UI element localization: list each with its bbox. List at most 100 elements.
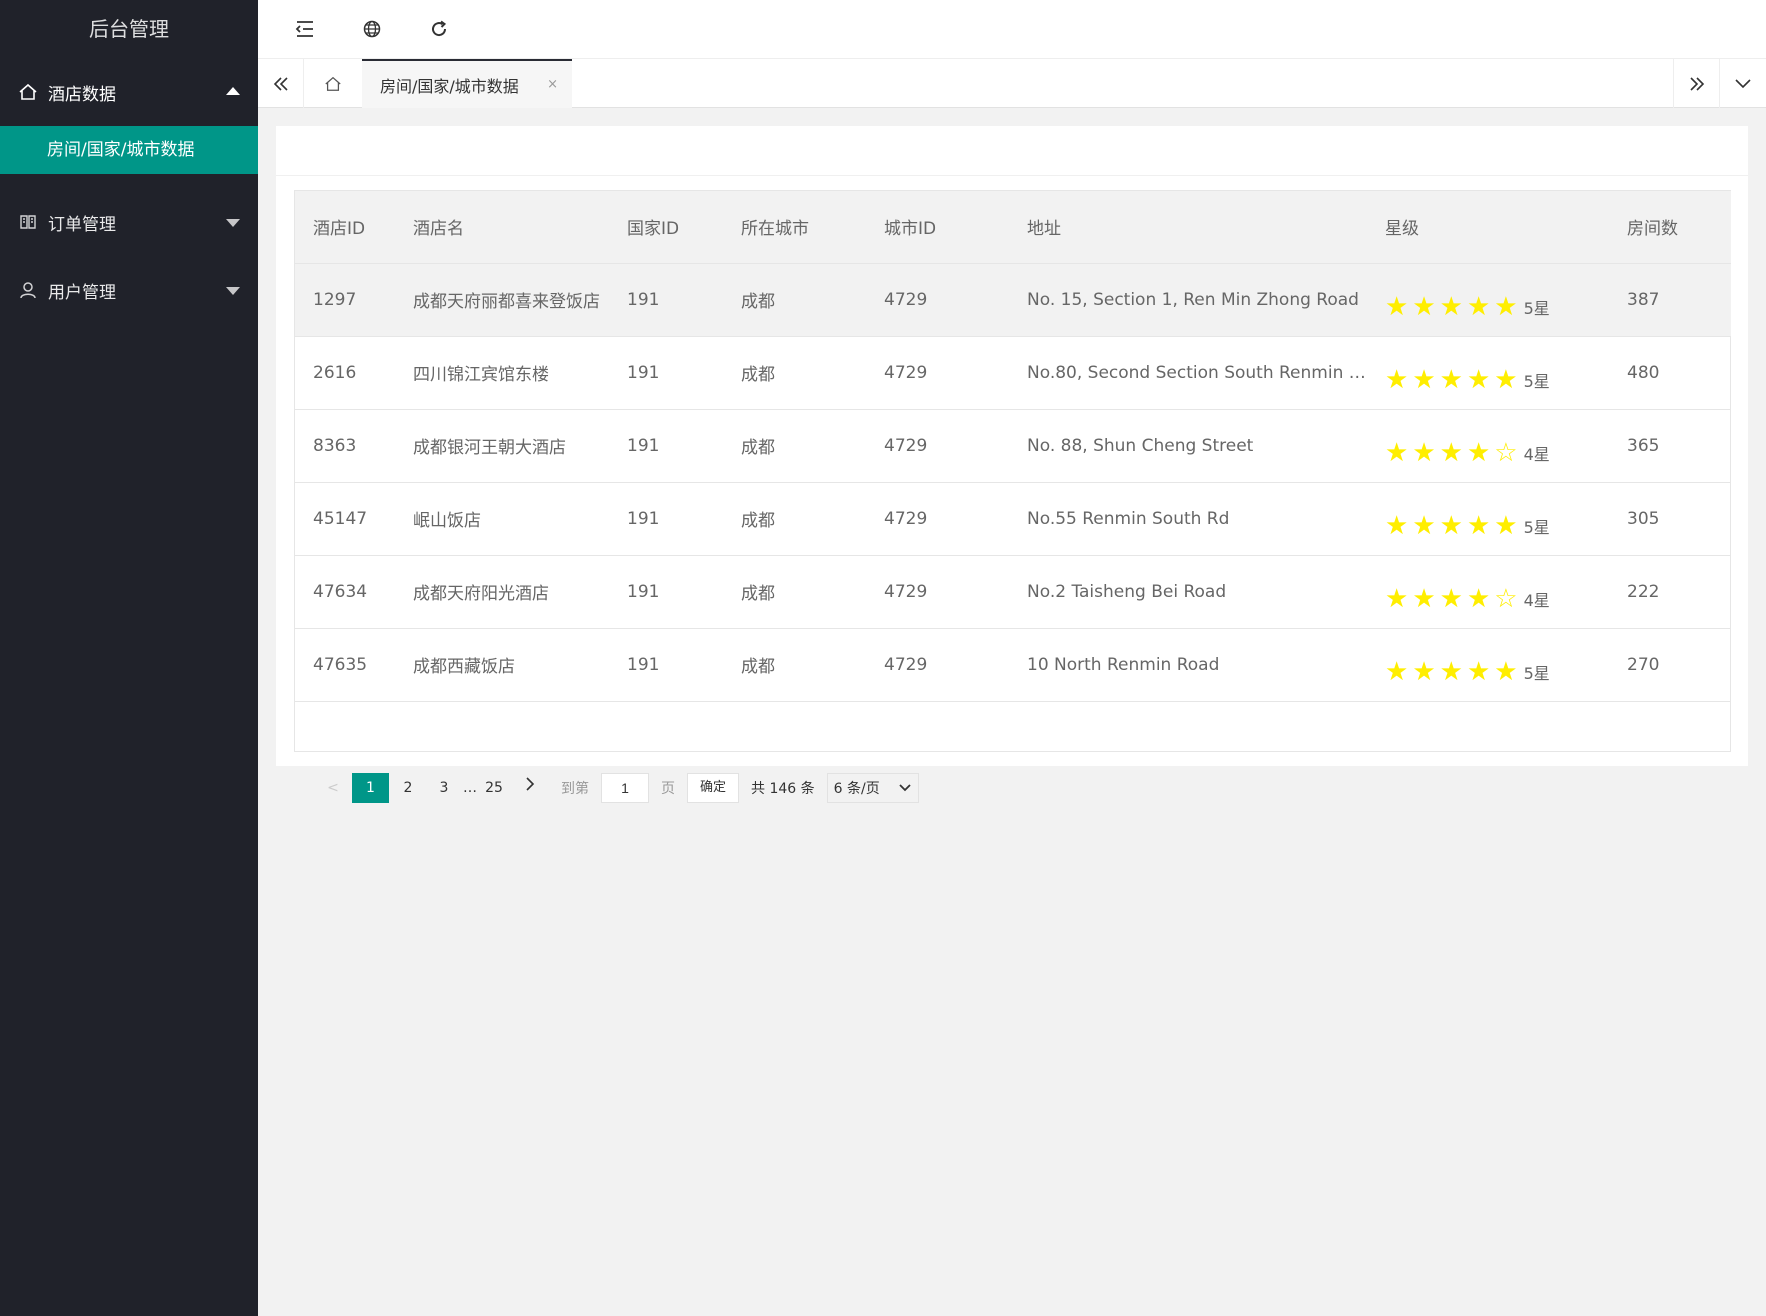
cell-city: 成都 bbox=[723, 336, 866, 410]
star-filled-icon: ★ bbox=[1412, 510, 1436, 541]
next-page-button[interactable] bbox=[513, 773, 547, 803]
chevron-down-icon bbox=[899, 784, 911, 792]
tabs-scroll-left-button[interactable] bbox=[258, 59, 304, 108]
confirm-button[interactable]: 确定 bbox=[687, 773, 740, 803]
column-header[interactable]: 星级 bbox=[1367, 191, 1609, 264]
refresh-icon[interactable] bbox=[428, 18, 450, 40]
column-header[interactable]: 地址 bbox=[1009, 191, 1367, 264]
column-header[interactable]: 国家ID bbox=[609, 191, 723, 264]
star-filled-icon: ★ bbox=[1439, 291, 1463, 322]
pagination: < 1 2 3 … 25 到第 页 确定 共 146 条 6 条/页 bbox=[294, 763, 1731, 813]
content-card: 酒店ID 酒店名 国家ID 所在城市 城市ID 地址 星级 房间数 1297 成都… bbox=[276, 126, 1748, 803]
star-filled-icon: ★ bbox=[1412, 291, 1436, 322]
page-button-current[interactable]: 1 bbox=[352, 773, 389, 803]
cell-country-id: 191 bbox=[609, 628, 723, 702]
star-filled-icon: ★ bbox=[1466, 583, 1491, 614]
cell-address: No. 88, Shun Cheng Street bbox=[1009, 409, 1367, 483]
table-row[interactable]: 8363 成都银河王朝大酒店 191 成都 4729 No. 88, Shun Cheng… bbox=[295, 409, 1731, 483]
star-empty-icon: ☆ bbox=[1494, 437, 1518, 468]
star-level-label: 5星 bbox=[1523, 663, 1550, 683]
page-ellipsis: … bbox=[463, 780, 477, 796]
star-filled-icon: ★ bbox=[1385, 510, 1409, 541]
table-row[interactable]: 1297 成都天府丽都喜来登饭店 191 成都 4729 No. 15, Section … bbox=[295, 263, 1731, 337]
star-level-label: 5星 bbox=[1523, 371, 1550, 391]
home-icon bbox=[18, 82, 38, 102]
page-button[interactable]: 25 bbox=[477, 773, 511, 803]
page-size-value: 6 条/页 bbox=[833, 781, 880, 797]
table-row[interactable]: 45147 岷山饭店 191 成都 4729 No.55 Renmin South Rd ★… bbox=[295, 482, 1731, 556]
cell-country-id: 191 bbox=[609, 336, 723, 410]
star-level-label: 5星 bbox=[1523, 517, 1550, 537]
star-level-label: 4星 bbox=[1523, 590, 1550, 610]
cell-city-id: 4729 bbox=[866, 336, 1009, 410]
caret-down-icon bbox=[226, 287, 240, 295]
sidebar: 后台管理 酒店数据 房间/国家/城市数据 订单管理 用户管理 bbox=[0, 0, 258, 1316]
cell-name: 成都西藏饭店 bbox=[395, 628, 609, 702]
column-header[interactable]: 酒店名 bbox=[395, 191, 609, 264]
app-logo: 后台管理 bbox=[89, 17, 169, 41]
close-icon[interactable]: × bbox=[547, 77, 558, 92]
cell-star-rating[interactable]: ★ ★ ★ ★ ★ 5星 bbox=[1367, 336, 1609, 410]
cell-rooms: 387 bbox=[1609, 263, 1731, 337]
sidebar-group-orders[interactable]: 订单管理 bbox=[0, 188, 258, 256]
menu-fold-icon[interactable] bbox=[294, 18, 316, 40]
sidebar-item-room-country-city[interactable]: 房间/国家/城市数据 bbox=[0, 126, 258, 174]
home-tab-button[interactable] bbox=[304, 59, 362, 108]
column-header[interactable]: 酒店ID bbox=[295, 191, 395, 264]
cell-star-rating[interactable]: ★ ★ ★ ★ ★ 5星 bbox=[1367, 628, 1609, 702]
page-label: 页 bbox=[661, 781, 675, 797]
sidebar-group-users[interactable]: 用户管理 bbox=[0, 256, 258, 324]
cell-rooms: 365 bbox=[1609, 409, 1731, 483]
home-icon bbox=[325, 76, 341, 91]
sidebar-group-label: 酒店数据 bbox=[48, 84, 116, 105]
column-header[interactable]: 所在城市 bbox=[723, 191, 866, 264]
cell-id: 45147 bbox=[295, 482, 395, 556]
card-header bbox=[276, 126, 1748, 176]
caret-up-icon bbox=[226, 87, 240, 95]
cell-id: 1297 bbox=[295, 263, 395, 337]
column-header[interactable]: 城市ID bbox=[866, 191, 1009, 264]
double-chevron-right-icon bbox=[1689, 76, 1704, 91]
star-filled-icon: ★ bbox=[1385, 583, 1409, 614]
prev-page-button[interactable]: < bbox=[316, 773, 350, 803]
star-filled-icon: ★ bbox=[1412, 656, 1436, 687]
cell-star-rating[interactable]: ★ ★ ★ ★ ☆ 4星 bbox=[1367, 409, 1609, 483]
cell-id: 2616 bbox=[295, 336, 395, 410]
table-row[interactable]: 47635 成都西藏饭店 191 成都 4729 10 North Renmin Road… bbox=[295, 628, 1731, 702]
page-button[interactable]: 3 bbox=[427, 773, 461, 803]
cell-name: 成都银河王朝大酒店 bbox=[395, 409, 609, 483]
page-size-select[interactable]: 6 条/页 bbox=[826, 773, 919, 803]
page-button[interactable]: 2 bbox=[391, 773, 425, 803]
caret-down-icon bbox=[226, 219, 240, 227]
cell-id: 47635 bbox=[295, 628, 395, 702]
hotel-table: 酒店ID 酒店名 国家ID 所在城市 城市ID 地址 星级 房间数 1297 成都… bbox=[294, 190, 1731, 752]
table-row[interactable]: 47634 成都天府阳光酒店 191 成都 4729 No.2 Taisheng Bei … bbox=[295, 555, 1731, 629]
tabs-menu-button[interactable] bbox=[1719, 59, 1766, 108]
cell-rooms: 480 bbox=[1609, 336, 1731, 410]
column-header[interactable]: 房间数 bbox=[1609, 191, 1731, 264]
star-empty-icon: ☆ bbox=[1494, 583, 1518, 614]
tabs-bar: 房间/国家/城市数据 × bbox=[258, 58, 1766, 108]
cell-star-rating[interactable]: ★ ★ ★ ★ ★ 5星 bbox=[1367, 482, 1609, 556]
cell-city-id: 4729 bbox=[866, 555, 1009, 629]
goto-page-input[interactable] bbox=[601, 773, 649, 803]
star-filled-icon: ★ bbox=[1385, 291, 1409, 322]
cell-name: 四川锦江宾馆东楼 bbox=[395, 336, 609, 410]
cell-city-id: 4729 bbox=[866, 628, 1009, 702]
tabs-scroll-right-button[interactable] bbox=[1673, 59, 1719, 108]
globe-icon[interactable] bbox=[361, 18, 383, 40]
star-filled-icon: ★ bbox=[1494, 291, 1518, 322]
tab-room-country-city[interactable]: 房间/国家/城市数据 × bbox=[362, 59, 572, 108]
star-filled-icon: ★ bbox=[1439, 364, 1463, 395]
cell-address: 10 North Renmin Road bbox=[1009, 628, 1367, 702]
table-row[interactable]: 2616 四川锦江宾馆东楼 191 成都 4729 No.80, Second Secti… bbox=[295, 336, 1731, 410]
cell-star-rating[interactable]: ★ ★ ★ ★ ★ 5星 bbox=[1367, 263, 1609, 337]
sidebar-group-hotel-data[interactable]: 酒店数据 bbox=[0, 58, 258, 126]
cell-city: 成都 bbox=[723, 555, 866, 629]
cell-star-rating[interactable]: ★ ★ ★ ★ ☆ 4星 bbox=[1367, 555, 1609, 629]
cell-country-id: 191 bbox=[609, 263, 723, 337]
chevron-down-icon bbox=[1735, 78, 1751, 88]
chevron-right-icon bbox=[526, 777, 535, 791]
cell-id: 47634 bbox=[295, 555, 395, 629]
star-level-label: 5星 bbox=[1523, 298, 1550, 318]
